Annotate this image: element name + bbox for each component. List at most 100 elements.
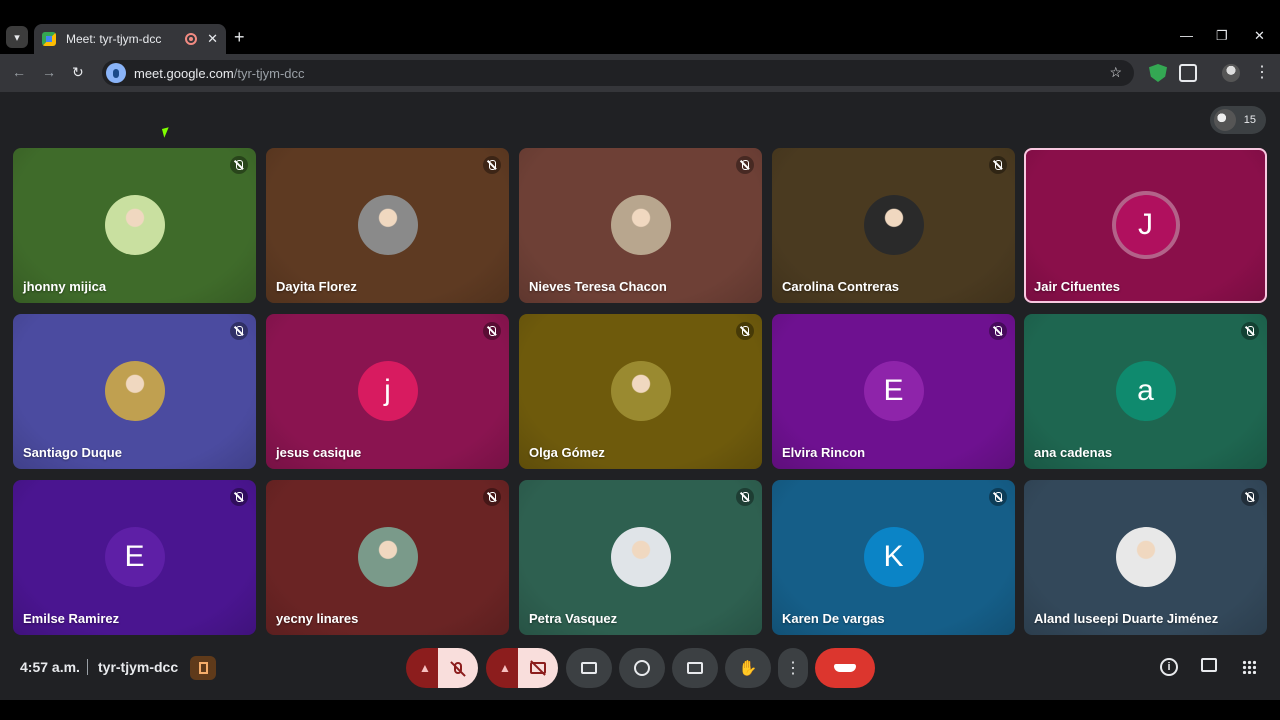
participant-avatar: E <box>863 361 924 421</box>
meeting-controls-bar: 4:57 a.m. tyr-tjym-dcc ▲ ▲ ✋ ⋮ i <box>0 646 1280 690</box>
hang-up-icon <box>834 664 856 672</box>
participant-name: Elvira Rincon <box>782 445 866 460</box>
participants-counter[interactable]: 15 <box>1209 106 1266 134</box>
window-restore-button[interactable]: ❐ <box>1216 28 1228 44</box>
participant-avatar: J <box>1115 195 1176 255</box>
window-minimize-button[interactable]: — <box>1180 28 1193 43</box>
participant-name: Nieves Teresa Chacon <box>529 279 667 294</box>
participant-name: Santiago Duque <box>23 445 122 460</box>
participant-tile[interactable]: E Emilse Ramirez <box>13 480 256 635</box>
host-controls-icon[interactable] <box>190 656 216 680</box>
participant-name: Emilse Ramirez <box>23 611 120 626</box>
participant-tile[interactable]: Olga Gómez <box>519 314 762 469</box>
mouse-cursor-icon <box>161 127 172 138</box>
muted-mic-icon <box>989 488 1007 506</box>
present-screen-button[interactable] <box>566 648 612 688</box>
address-bar[interactable]: meet.google.com /tyr-tjym-dcc ☆ <box>102 60 1134 86</box>
meet-stage: 15 jhonny mijica Dayita Florez Nieves Tere… <box>0 92 1280 700</box>
participant-tile[interactable]: Petra Vasquez <box>519 480 762 635</box>
participant-avatar: K <box>863 527 924 587</box>
reload-icon[interactable]: ↻ <box>72 64 84 81</box>
new-tab-button[interactable]: + <box>234 26 245 48</box>
participant-name: Petra Vasquez <box>529 611 618 626</box>
participant-avatar <box>104 361 165 421</box>
participant-avatar: j <box>357 361 418 421</box>
muted-mic-icon <box>483 488 501 506</box>
participant-tile[interactable]: Carolina Contreras <box>772 148 1015 303</box>
bookmark-star-icon[interactable]: ☆ <box>1109 64 1122 81</box>
muted-mic-icon <box>736 488 754 506</box>
muted-mic-icon <box>230 156 248 174</box>
participant-tile[interactable]: yecny linares <box>266 480 509 635</box>
participant-avatar <box>863 195 924 255</box>
muted-mic-icon <box>1241 322 1259 340</box>
captions-button[interactable] <box>672 648 718 688</box>
participant-avatar: E <box>104 527 165 587</box>
chat-icon <box>1201 658 1217 672</box>
participant-name: Carolina Contreras <box>782 279 900 294</box>
camera-toggle-button[interactable] <box>518 648 558 688</box>
participant-tile[interactable]: Dayita Florez <box>266 148 509 303</box>
participant-avatar <box>1115 527 1176 587</box>
participant-name: ana cadenas <box>1034 445 1113 460</box>
reactions-button[interactable] <box>619 648 665 688</box>
raise-hand-button[interactable]: ✋ <box>725 648 771 688</box>
participant-tile[interactable]: J Jair Cifuentes <box>1024 148 1267 303</box>
participant-tile[interactable]: a ana cadenas <box>1024 314 1267 469</box>
microphone-toggle-button[interactable] <box>438 648 478 688</box>
participant-name: Dayita Florez <box>276 279 357 294</box>
browser-menu-icon[interactable]: ⋮ <box>1254 62 1270 82</box>
participant-tile[interactable]: Aland luseepi Duarte Jiménez <box>1024 480 1267 635</box>
tab-search-dropdown[interactable]: ▾ <box>6 26 28 48</box>
leave-call-button[interactable] <box>815 648 875 688</box>
participant-tile[interactable]: Santiago Duque <box>13 314 256 469</box>
muted-mic-icon <box>230 488 248 506</box>
muted-mic-icon <box>736 322 754 340</box>
meet-favicon-icon <box>42 32 56 46</box>
mic-off-icon <box>450 661 466 677</box>
tab-title: Meet: tyr-tjym-dcc <box>66 32 162 46</box>
participant-tile[interactable]: K Karen De vargas <box>772 480 1015 635</box>
participant-name: yecny linares <box>276 611 359 626</box>
muted-mic-icon <box>230 322 248 340</box>
emoji-icon <box>634 660 650 676</box>
muted-mic-icon <box>736 156 754 174</box>
participant-name: Aland luseepi Duarte Jiménez <box>1034 611 1219 626</box>
window-close-button[interactable]: ✕ <box>1254 28 1265 44</box>
site-mic-permission-icon[interactable] <box>106 63 126 83</box>
more-options-button[interactable]: ⋮ <box>778 648 808 688</box>
muted-mic-icon <box>1241 488 1259 506</box>
tab-close-icon[interactable]: ✕ <box>207 31 218 47</box>
participant-name: jesus casique <box>276 445 362 460</box>
participant-avatar <box>610 527 671 587</box>
forward-arrow-icon[interactable]: → <box>42 64 56 80</box>
browser-tabstrip: ▾ Meet: tyr-tjym-dcc ✕ + — ❐ ✕ <box>0 0 1280 54</box>
back-arrow-icon[interactable]: ← <box>12 64 26 80</box>
divider <box>87 659 88 675</box>
participant-tile[interactable]: j jesus casique <box>266 314 509 469</box>
participant-name: Karen De vargas <box>782 611 885 626</box>
meeting-details-button[interactable]: i <box>1160 658 1178 676</box>
participant-avatar <box>610 361 671 421</box>
participant-avatar <box>357 527 418 587</box>
profile-avatar[interactable] <box>1222 64 1240 82</box>
participant-tile[interactable]: Nieves Teresa Chacon <box>519 148 762 303</box>
participant-tile[interactable]: E Elvira Rincon <box>772 314 1015 469</box>
participant-name: jhonny mijica <box>23 279 107 294</box>
captions-icon <box>687 662 703 674</box>
activities-button[interactable] <box>1242 660 1256 674</box>
muted-mic-icon <box>483 156 501 174</box>
meeting-clock: 4:57 a.m. <box>20 659 80 675</box>
participant-count: 15 <box>1243 114 1256 126</box>
muted-mic-icon <box>989 156 1007 174</box>
participant-tile[interactable]: jhonny mijica <box>13 148 256 303</box>
extensions-icon[interactable] <box>1179 64 1197 82</box>
participant-avatar <box>610 195 671 255</box>
chat-button[interactable] <box>1201 658 1217 672</box>
url-host: meet.google.com <box>134 65 234 81</box>
muted-mic-icon <box>483 322 501 340</box>
browser-tab[interactable]: Meet: tyr-tjym-dcc ✕ <box>34 24 226 54</box>
participant-name: Jair Cifuentes <box>1034 279 1120 294</box>
present-icon <box>581 662 597 674</box>
camera-off-icon <box>530 660 546 676</box>
